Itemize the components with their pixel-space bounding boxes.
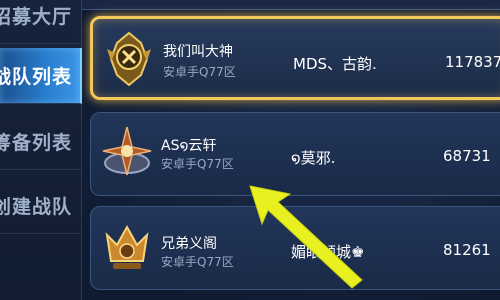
star-rank-emblem-icon	[102, 126, 152, 176]
sidebar-item-label: 筹备列表	[0, 132, 73, 154]
team-score: 117837	[445, 53, 500, 71]
team-name: AS໑云轩	[161, 138, 217, 154]
sidebar-item-label: 创建战队	[0, 196, 73, 218]
team-name: 兄弟义阁	[161, 236, 217, 252]
sidebar-item-create-team[interactable]: 创建战队	[0, 178, 82, 234]
team-score: 81261	[443, 241, 491, 259]
sidebar: 招募大厅 战队列表 筹备列表 创建战队	[0, 0, 82, 300]
team-card[interactable]: 我们叫大神 安卓手Q77区 MDS、古韵. 117837	[90, 16, 500, 100]
team-name: 我们叫大神	[163, 44, 233, 60]
team-captain: MDS、古韵.	[293, 55, 377, 73]
sidebar-item-label: 战队列表	[0, 66, 73, 88]
sidebar-item-label: 招募大厅	[0, 6, 73, 28]
list-top-edge	[82, 0, 500, 10]
team-score: 68731	[443, 147, 491, 165]
sidebar-item-recruit-hall[interactable]: 招募大厅	[0, 0, 82, 44]
sidebar-item-team-list[interactable]: 战队列表	[0, 48, 82, 104]
annotation-arrow-icon	[249, 185, 363, 289]
crown-rank-emblem-icon	[105, 224, 149, 269]
gold-rank-emblem-icon	[107, 31, 151, 87]
team-captain: ໑莫邪.	[291, 149, 336, 167]
team-server: 安卓手Q77区	[163, 65, 236, 79]
team-server: 安卓手Q77区	[161, 255, 234, 269]
team-server: 安卓手Q77区	[161, 157, 234, 171]
sidebar-item-prep-list[interactable]: 筹备列表	[0, 114, 82, 170]
